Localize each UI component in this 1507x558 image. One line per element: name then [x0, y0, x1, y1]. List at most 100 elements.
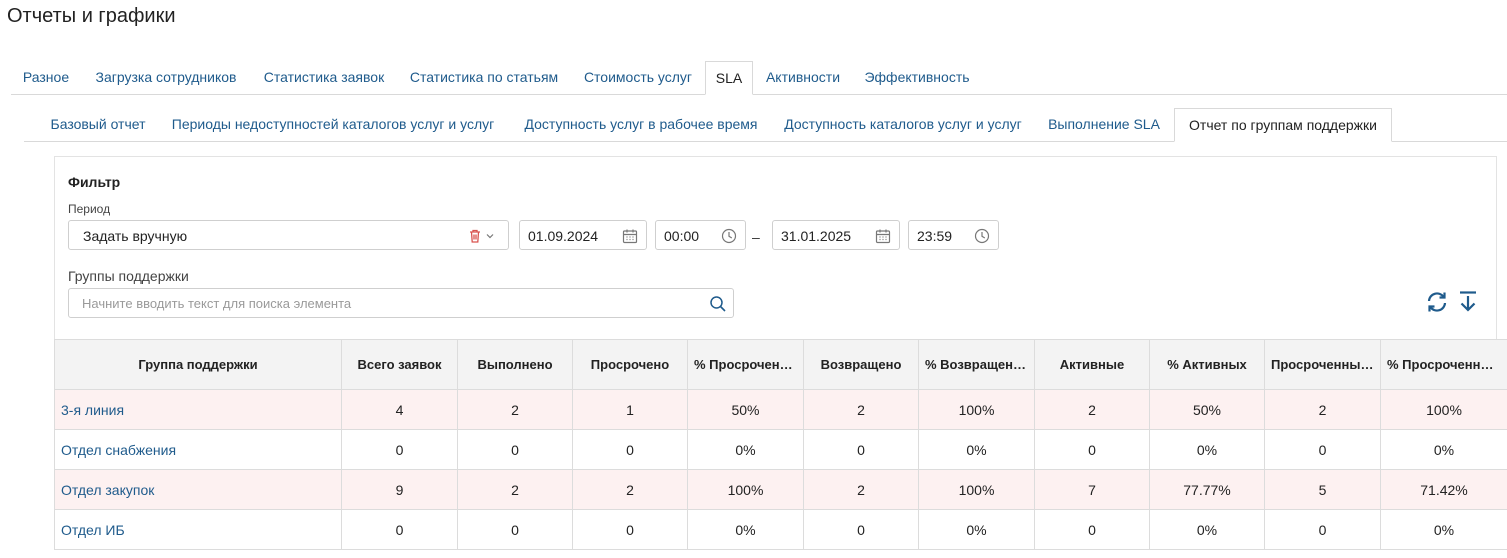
table-cell: 2: [803, 469, 919, 510]
support-groups-table: Группа поддержки Всего заявок Выполнено …: [54, 339, 1507, 550]
table-cell: 7: [1034, 469, 1150, 510]
filter-panel: Фильтр Период Задать вручную 01.09.2024 …: [54, 156, 1497, 339]
table-cell: 0: [1034, 429, 1150, 470]
time-from-value: 00:00: [664, 228, 700, 244]
time-from-field[interactable]: 00:00: [655, 220, 746, 250]
page-title: Отчеты и графики: [7, 5, 176, 27]
search-placeholder: Начните вводить текст для поиска элемент…: [82, 296, 352, 311]
table-cell: 0%: [1380, 429, 1507, 470]
table-cell: 77.77%: [1149, 469, 1265, 510]
column-header[interactable]: Группа поддержки: [54, 339, 342, 390]
column-header[interactable]: Выполнено: [457, 339, 573, 390]
table-row: Отдел ИБ 0 0 0 0% 0 0% 0 0% 0 0%: [54, 509, 1507, 550]
table-cell: 50%: [687, 389, 804, 430]
tab-article-stats[interactable]: Статистика по статьям: [397, 61, 571, 93]
table-cell: 0%: [918, 429, 1035, 470]
sub-tabs: Базовый отчет Периоды недоступностей кат…: [24, 108, 1507, 142]
tab-sla[interactable]: SLA: [705, 61, 753, 95]
table-cell: 0: [341, 429, 458, 470]
table-cell: 0: [803, 509, 919, 550]
table-cell: 0%: [1149, 509, 1265, 550]
table-cell: 0: [572, 509, 688, 550]
table-cell: 2: [457, 469, 573, 510]
table-row: Отдел снабжения 0 0 0 0% 0 0% 0 0% 0 0%: [54, 429, 1507, 470]
time-to-field[interactable]: 23:59: [908, 220, 999, 250]
export-download-icon[interactable]: [1456, 290, 1480, 314]
trash-icon[interactable]: [467, 228, 483, 244]
column-header[interactable]: % Возвращенных: [918, 339, 1035, 390]
subtab-sla-execution[interactable]: Выполнение SLA: [1034, 108, 1174, 140]
calendar-icon[interactable]: [875, 228, 891, 244]
support-groups-search-input[interactable]: Начните вводить текст для поиска элемент…: [68, 288, 734, 318]
tab-staff-load[interactable]: Загрузка сотрудников: [81, 61, 251, 93]
table-cell: 50%: [1149, 389, 1265, 430]
table-cell: 0: [341, 509, 458, 550]
table-cell: 0: [1264, 509, 1381, 550]
table-cell: 0%: [687, 509, 804, 550]
tab-request-stats[interactable]: Статистика заявок: [251, 61, 397, 93]
date-from-field[interactable]: 01.09.2024: [519, 220, 647, 250]
table-cell: 100%: [918, 389, 1035, 430]
table-cell: 0: [457, 429, 573, 470]
period-select-value: Задать вручную: [83, 228, 188, 244]
range-separator: –: [752, 229, 760, 245]
column-header[interactable]: Просрочено: [572, 339, 688, 390]
group-link[interactable]: Отдел снабжения: [54, 429, 342, 470]
filter-title: Фильтр: [68, 174, 121, 190]
subtab-catalog-availability[interactable]: Доступность каталогов услуг и услуг: [772, 108, 1034, 140]
table-cell: 100%: [918, 469, 1035, 510]
table-cell: 2: [1034, 389, 1150, 430]
column-header[interactable]: Всего заявок: [341, 339, 458, 390]
main-tabs: Разное Загрузка сотрудников Статистика з…: [11, 61, 1507, 95]
column-header[interactable]: % Просроченных активных: [1380, 339, 1507, 390]
search-icon[interactable]: [709, 295, 727, 313]
tab-efficiency[interactable]: Эффективность: [853, 61, 981, 93]
clock-icon[interactable]: [721, 228, 737, 244]
table-row: 3-я линия 4 2 1 50% 2 100% 2 50% 2 100%: [54, 389, 1507, 430]
table-cell: 100%: [687, 469, 804, 510]
subtab-basic-report[interactable]: Базовый отчет: [40, 108, 156, 140]
group-link[interactable]: 3-я линия: [54, 389, 342, 430]
refresh-icon[interactable]: [1425, 290, 1449, 314]
group-link[interactable]: Отдел закупок: [54, 469, 342, 510]
chevron-down-icon[interactable]: [485, 228, 495, 244]
column-header[interactable]: Активные: [1034, 339, 1150, 390]
table-cell: 0: [803, 429, 919, 470]
period-select[interactable]: Задать вручную: [68, 220, 509, 250]
table-cell: 2: [1264, 389, 1381, 430]
table-header-row: Группа поддержки Всего заявок Выполнено …: [54, 339, 1507, 390]
table-cell: 5: [1264, 469, 1381, 510]
tab-misc[interactable]: Разное: [11, 61, 81, 93]
table-cell: 2: [457, 389, 573, 430]
table-cell: 100%: [1380, 389, 1507, 430]
table-row: Отдел закупок 9 2 2 100% 2 100% 7 77.77%…: [54, 469, 1507, 510]
table-cell: 0: [457, 509, 573, 550]
calendar-icon[interactable]: [622, 228, 638, 244]
subtab-work-time-availability[interactable]: Доступность услуг в рабочее время: [510, 108, 772, 140]
table-cell: 0: [572, 429, 688, 470]
tab-activities[interactable]: Активности: [753, 61, 853, 93]
column-header[interactable]: Просроченные активные: [1264, 339, 1381, 390]
support-groups-label: Группы поддержки: [68, 268, 189, 284]
column-header[interactable]: Возвращено: [803, 339, 919, 390]
clock-icon[interactable]: [974, 228, 990, 244]
table-cell: 4: [341, 389, 458, 430]
group-link[interactable]: Отдел ИБ: [54, 509, 342, 550]
table-cell: 0: [1264, 429, 1381, 470]
table-cell: 71.42%: [1380, 469, 1507, 510]
table-cell: 2: [803, 389, 919, 430]
table-cell: 0%: [1380, 509, 1507, 550]
date-to-field[interactable]: 31.01.2025: [772, 220, 900, 250]
table-cell: 2: [572, 469, 688, 510]
period-label: Период: [68, 202, 111, 216]
subtab-unavailability-periods[interactable]: Периоды недоступностей каталогов услуг и…: [156, 108, 510, 140]
table-cell: 0%: [918, 509, 1035, 550]
column-header[interactable]: % Просроченных: [687, 339, 804, 390]
tab-service-cost[interactable]: Стоимость услуг: [571, 61, 705, 93]
column-header[interactable]: % Активных: [1149, 339, 1265, 390]
date-to-value: 31.01.2025: [781, 228, 852, 244]
table-cell: 0%: [687, 429, 804, 470]
subtab-support-groups-report[interactable]: Отчет по группам поддержки: [1174, 108, 1392, 142]
time-to-value: 23:59: [917, 228, 953, 244]
date-from-value: 01.09.2024: [528, 228, 599, 244]
